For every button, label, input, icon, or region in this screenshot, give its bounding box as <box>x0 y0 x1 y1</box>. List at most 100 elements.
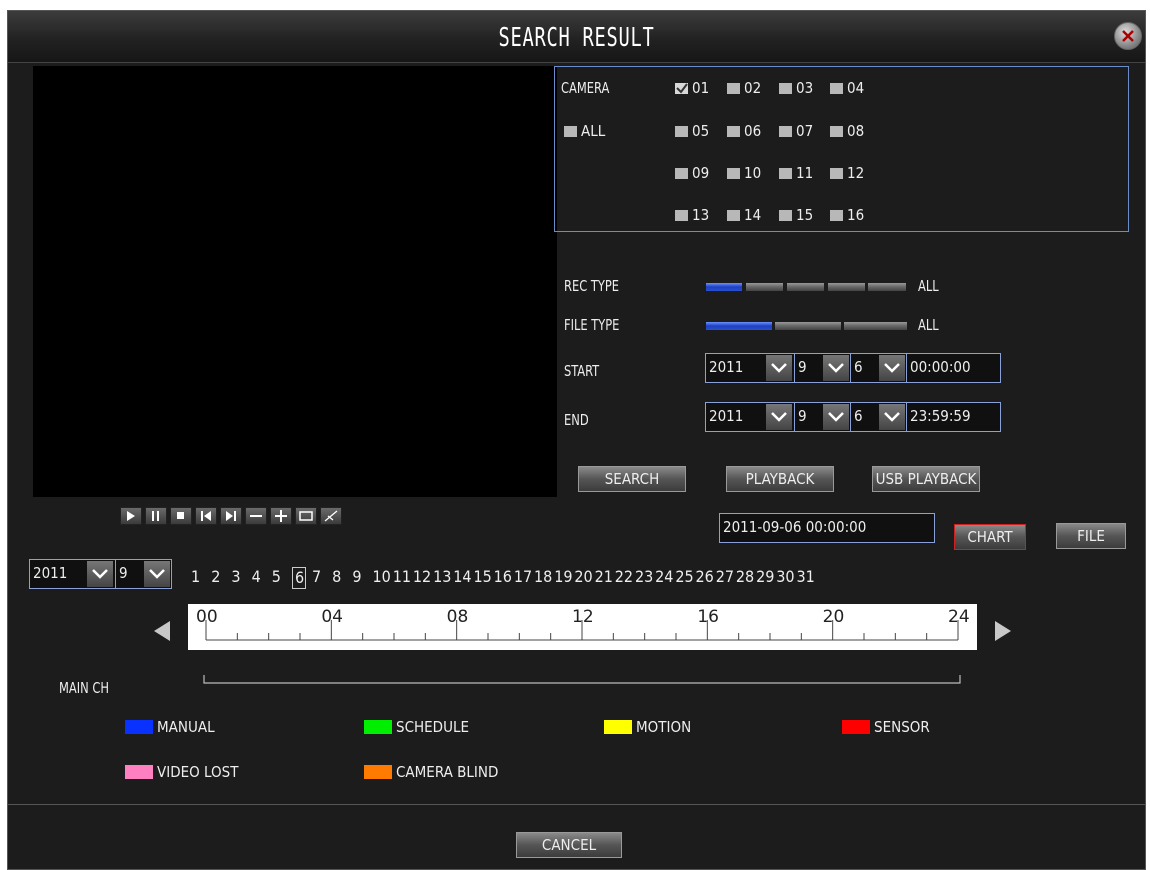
file-type-value: ALL <box>918 316 939 334</box>
cancel-button[interactable]: CANCEL <box>516 832 622 858</box>
camera-checkbox-09[interactable]: 09 <box>675 164 709 182</box>
calendar-day[interactable]: 22 <box>615 567 635 589</box>
camera-checkbox-14[interactable]: 14 <box>727 206 761 224</box>
calendar-day[interactable]: 10 <box>373 567 393 589</box>
faster-button[interactable] <box>270 507 292 525</box>
camera-checkbox-12[interactable]: 12 <box>830 164 864 182</box>
checkbox-box <box>675 125 688 137</box>
file-button[interactable]: FILE <box>1056 523 1126 549</box>
camera-checkbox-01[interactable]: 01 <box>675 79 709 97</box>
start-year-select[interactable]: 2011 <box>705 353 795 383</box>
legend-swatch <box>125 720 153 734</box>
camera-number: 16 <box>847 206 865 224</box>
prev-button[interactable] <box>195 507 217 525</box>
camera-checkbox-11[interactable]: 11 <box>779 164 813 182</box>
calendar-day[interactable]: 17 <box>514 567 534 589</box>
end-day-select[interactable]: 6 <box>850 402 907 432</box>
calendar-month-select[interactable]: 9 <box>115 559 172 589</box>
rec-type-seg-1[interactable] <box>706 283 742 291</box>
legend-item: SCHEDULE <box>364 718 469 736</box>
calendar-day[interactable]: 28 <box>736 567 756 589</box>
camera-checkbox-03[interactable]: 03 <box>779 79 813 97</box>
chart-button[interactable]: CHART <box>954 524 1026 550</box>
camera-checkbox-13[interactable]: 13 <box>675 206 709 224</box>
calendar-day[interactable]: 31 <box>796 567 816 589</box>
calendar-day[interactable]: 2 <box>211 567 231 589</box>
camera-checkbox-06[interactable]: 06 <box>727 122 761 140</box>
calendar-day[interactable]: 29 <box>756 567 776 589</box>
checkbox-box <box>830 125 843 137</box>
main-ch-label: MAIN CH <box>59 679 109 697</box>
end-time-input[interactable]: 23:59:59 <box>906 402 1001 432</box>
playback-button[interactable]: PLAYBACK <box>726 466 834 492</box>
start-time-input[interactable]: 00:00:00 <box>906 353 1001 383</box>
calendar-day[interactable]: 7 <box>312 567 332 589</box>
close-button[interactable] <box>1114 22 1142 50</box>
calendar-day[interactable]: 4 <box>252 567 272 589</box>
end-month-select[interactable]: 9 <box>794 402 851 432</box>
calendar-day[interactable]: 8 <box>332 567 352 589</box>
rec-type-seg-5[interactable] <box>868 283 906 291</box>
calendar-day[interactable]: 16 <box>494 567 514 589</box>
timeline-hour-label: 08 <box>447 607 469 627</box>
chevron-down-icon <box>144 561 170 587</box>
pause-button[interactable] <box>145 507 167 525</box>
camera-checkbox-15[interactable]: 15 <box>779 206 813 224</box>
start-day-select[interactable]: 6 <box>850 353 907 383</box>
calendar-day[interactable]: 21 <box>595 567 615 589</box>
rec-type-seg-2[interactable] <box>746 283 783 291</box>
fullscreen-button[interactable] <box>295 507 317 525</box>
calendar-day[interactable]: 19 <box>554 567 574 589</box>
end-label: END <box>564 411 589 429</box>
file-type-seg-3[interactable] <box>844 322 907 330</box>
start-month-select[interactable]: 9 <box>794 353 851 383</box>
camera-checkbox-04[interactable]: 04 <box>830 79 864 97</box>
camera-checkbox-02[interactable]: 02 <box>727 79 761 97</box>
calendar-day[interactable]: 27 <box>716 567 736 589</box>
calendar-day[interactable]: 9 <box>352 567 372 589</box>
timeline-ruler[interactable]: 00 04 08 12 16 20 24 <box>188 604 977 650</box>
calendar-day[interactable]: 1 <box>191 567 211 589</box>
calendar-day[interactable]: 26 <box>696 567 716 589</box>
next-button[interactable] <box>220 507 242 525</box>
calendar-day[interactable]: 24 <box>655 567 675 589</box>
search-button[interactable]: SEARCH <box>578 466 686 492</box>
rec-type-seg-4[interactable] <box>828 283 865 291</box>
calendar-day[interactable]: 13 <box>433 567 453 589</box>
camera-number: 10 <box>744 164 762 182</box>
camera-all-checkbox[interactable]: ALL <box>564 122 605 140</box>
calendar-day[interactable]: 30 <box>776 567 796 589</box>
camera-checkbox-10[interactable]: 10 <box>727 164 761 182</box>
calendar-day[interactable]: 11 <box>393 567 413 589</box>
timeline-prev-arrow-icon[interactable] <box>152 620 172 642</box>
checkbox-box <box>727 82 740 94</box>
timeline-next-arrow-icon[interactable] <box>993 620 1013 642</box>
calendar-day[interactable]: 6 <box>291 567 306 589</box>
calendar-day[interactable]: 12 <box>413 567 433 589</box>
slower-button[interactable] <box>245 507 267 525</box>
usb-playback-button[interactable]: USB PLAYBACK <box>872 466 980 492</box>
pause-icon <box>152 511 159 521</box>
calendar-day[interactable]: 18 <box>534 567 554 589</box>
calendar-day[interactable]: 25 <box>675 567 695 589</box>
file-type-seg-1[interactable] <box>706 322 772 330</box>
file-type-seg-2[interactable] <box>775 322 841 330</box>
camera-checkbox-16[interactable]: 16 <box>830 206 864 224</box>
camera-checkbox-05[interactable]: 05 <box>675 122 709 140</box>
rec-type-seg-3[interactable] <box>787 283 824 291</box>
camera-number: 09 <box>692 164 710 182</box>
timeline-scale: 00 04 08 12 16 20 24 <box>196 607 970 641</box>
camera-checkbox-07[interactable]: 07 <box>779 122 813 140</box>
calendar-day[interactable]: 3 <box>231 567 251 589</box>
play-button[interactable] <box>120 507 142 525</box>
calendar-day[interactable]: 15 <box>473 567 493 589</box>
calendar-day[interactable]: 5 <box>272 567 292 589</box>
camera-checkbox-08[interactable]: 08 <box>830 122 864 140</box>
calendar-year-select[interactable]: 2011 <box>29 559 116 589</box>
end-year-select[interactable]: 2011 <box>705 402 795 432</box>
calendar-day[interactable]: 20 <box>574 567 594 589</box>
calendar-day[interactable]: 23 <box>635 567 655 589</box>
calendar-day[interactable]: 14 <box>453 567 473 589</box>
clip-button[interactable] <box>320 507 342 525</box>
stop-button[interactable] <box>170 507 192 525</box>
